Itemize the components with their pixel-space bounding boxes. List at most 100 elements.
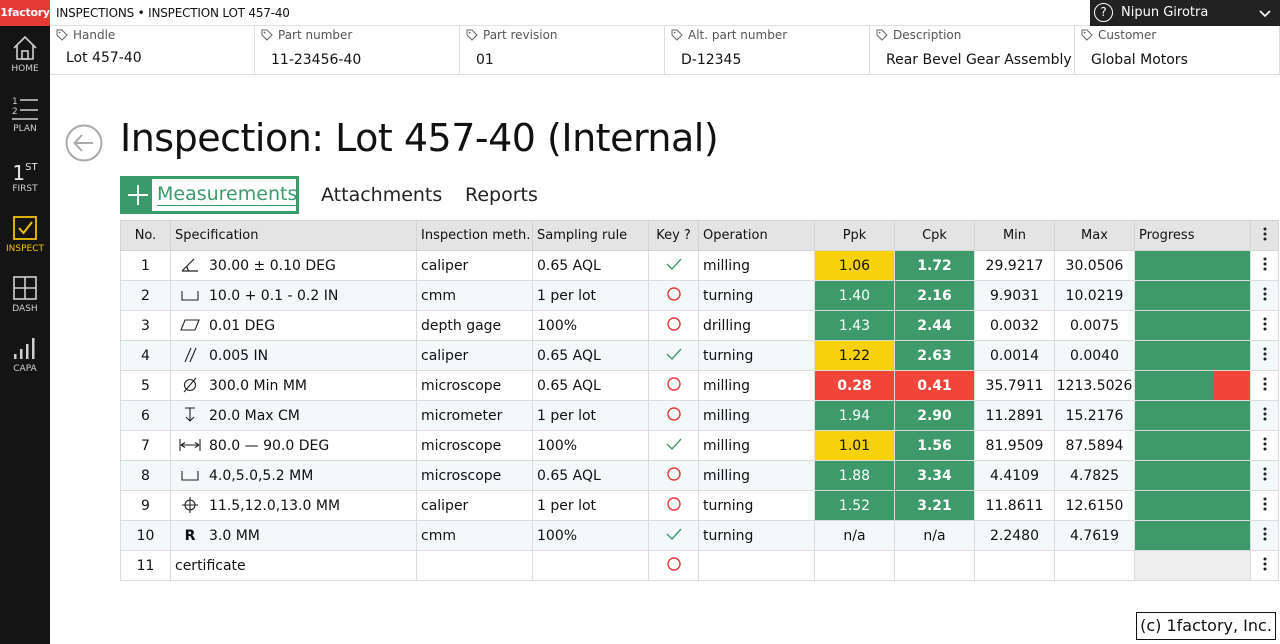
cell-sampling[interactable]: 0.65 AQL <box>532 460 649 491</box>
field-handle[interactable]: Handle Lot 457-40 <box>50 26 255 75</box>
cell-operation[interactable] <box>698 550 815 581</box>
breadcrumb[interactable]: INSPECTIONS • INSPECTION LOT 457-40 <box>56 0 290 26</box>
cell-specification[interactable]: 0.005 IN <box>170 340 417 371</box>
col-header-no[interactable]: No. <box>120 220 171 251</box>
row-menu-icon[interactable] <box>1263 287 1267 301</box>
row-menu-icon[interactable] <box>1263 527 1267 541</box>
col-header-specification[interactable]: Specification <box>170 220 417 251</box>
cell-sampling[interactable]: 100% <box>532 310 649 341</box>
sidebar-item-capa[interactable]: CAPA <box>0 334 50 390</box>
cell-sampling[interactable]: 100% <box>532 520 649 551</box>
table-row[interactable]: 9 11.5,12.0,13.0 MM caliper 1 per lot turnin… <box>120 490 1279 521</box>
row-menu-icon[interactable] <box>1263 467 1267 481</box>
cell-operation[interactable]: drilling <box>698 310 815 341</box>
col-header-operation[interactable]: Operation <box>698 220 815 251</box>
column-menu-icon[interactable] <box>1250 220 1279 251</box>
table-row[interactable]: 6 20.0 Max CM micrometer 1 per lot milling 1.… <box>120 400 1279 431</box>
field-value[interactable]: 11-23456-40 <box>271 52 361 68</box>
table-row[interactable]: 4 0.005 IN caliper 0.65 AQL turning 1.22 2.63 0… <box>120 340 1279 371</box>
cell-operation[interactable]: milling <box>698 250 815 281</box>
cell-specification[interactable]: 20.0 Max CM <box>170 400 417 431</box>
cell-operation[interactable]: turning <box>698 280 815 311</box>
chevron-down-icon[interactable] <box>1258 6 1272 20</box>
row-menu-icon[interactable] <box>1263 347 1267 361</box>
cell-method[interactable]: microscope <box>416 430 533 461</box>
cell-menu[interactable] <box>1250 250 1279 281</box>
cell-sampling[interactable]: 0.65 AQL <box>532 340 649 371</box>
sidebar-item-first[interactable]: 1ST FIRST <box>0 154 50 210</box>
row-menu-icon[interactable] <box>1263 317 1267 331</box>
table-row[interactable]: 2 10.0 + 0.1 - 0.2 IN cmm 1 per lot turning 1… <box>120 280 1279 311</box>
cell-menu[interactable] <box>1250 550 1279 581</box>
field-value[interactable]: Rear Bevel Gear Assembly <box>886 52 1072 68</box>
row-menu-icon[interactable] <box>1263 557 1267 571</box>
plus-icon[interactable] <box>128 183 148 207</box>
cell-key[interactable] <box>648 490 699 521</box>
cell-operation[interactable]: turning <box>698 490 815 521</box>
field-value[interactable]: 01 <box>476 52 494 68</box>
cell-key[interactable] <box>648 280 699 311</box>
cell-operation[interactable]: milling <box>698 400 815 431</box>
cell-key[interactable] <box>648 250 699 281</box>
row-menu-icon[interactable] <box>1263 497 1267 511</box>
sidebar-item-home[interactable]: HOME <box>0 34 50 90</box>
sidebar-item-dash[interactable]: DASH <box>0 274 50 330</box>
cell-operation[interactable]: milling <box>698 370 815 401</box>
tab-measurements[interactable]: Measurements <box>120 176 299 214</box>
cell-specification[interactable]: 0.01 DEG <box>170 310 417 341</box>
tab-attachments[interactable]: Attachments <box>321 176 442 214</box>
sidebar-item-inspect[interactable]: INSPECT <box>0 214 50 270</box>
cell-sampling[interactable]: 100% <box>532 430 649 461</box>
cell-operation[interactable]: milling <box>698 430 815 461</box>
cell-method[interactable] <box>416 550 533 581</box>
cell-menu[interactable] <box>1250 490 1279 521</box>
field-value[interactable]: D-12345 <box>681 52 741 68</box>
cell-method[interactable]: cmm <box>416 280 533 311</box>
cell-sampling[interactable]: 0.65 AQL <box>532 250 649 281</box>
cell-method[interactable]: microscope <box>416 460 533 491</box>
cell-key[interactable] <box>648 430 699 461</box>
field-description[interactable]: Description Rear Bevel Gear Assembly <box>870 26 1075 75</box>
field-part-number[interactable]: Part number 11-23456-40 <box>255 26 460 75</box>
cell-menu[interactable] <box>1250 310 1279 341</box>
field-value[interactable]: Global Motors <box>1091 52 1188 68</box>
back-arrow-icon[interactable] <box>64 123 104 163</box>
cell-specification[interactable]: certificate <box>170 550 417 581</box>
table-row[interactable]: 8 4.0,5.0,5.2 MM microscope 0.65 AQL milling… <box>120 460 1279 491</box>
row-menu-icon[interactable] <box>1263 257 1267 271</box>
cell-method[interactable]: caliper <box>416 490 533 521</box>
cell-key[interactable] <box>648 340 699 371</box>
table-row[interactable]: 11 certificate <box>120 550 1279 581</box>
cell-specification[interactable]: 10.0 + 0.1 - 0.2 IN <box>170 280 417 311</box>
cell-operation[interactable]: milling <box>698 460 815 491</box>
col-header-progress[interactable]: Progress <box>1134 220 1251 251</box>
cell-specification[interactable]: 300.0 Min MM <box>170 370 417 401</box>
table-row[interactable]: 5 300.0 Min MM microscope 0.65 AQL milling 0.… <box>120 370 1279 401</box>
col-header-method[interactable]: Inspection meth… <box>416 220 533 251</box>
cell-operation[interactable]: turning <box>698 520 815 551</box>
table-row[interactable]: 10 R 3.0 MM cmm 100% turning n/a n/a 2.2480 4.761… <box>120 520 1279 551</box>
app-logo[interactable]: 1factory <box>0 0 50 26</box>
cell-sampling[interactable]: 0.65 AQL <box>532 370 649 401</box>
col-header-ppk[interactable]: Ppk <box>814 220 895 251</box>
table-row[interactable]: 1 30.00 ± 0.10 DEG caliper 0.65 AQL milling 1… <box>120 250 1279 281</box>
cell-menu[interactable] <box>1250 340 1279 371</box>
col-header-key[interactable]: Key ? <box>648 220 699 251</box>
table-row[interactable]: 7 80.0 — 90.0 DEG microscope 100% milling 1.0… <box>120 430 1279 461</box>
cell-menu[interactable] <box>1250 460 1279 491</box>
cell-sampling[interactable]: 1 per lot <box>532 490 649 521</box>
field-part-revision[interactable]: Part revision 01 <box>460 26 665 75</box>
cell-method[interactable]: micrometer <box>416 400 533 431</box>
cell-key[interactable] <box>648 550 699 581</box>
user-menu[interactable]: ? Nipun Girotra <box>1090 0 1280 26</box>
help-icon[interactable]: ? <box>1094 3 1113 22</box>
cell-key[interactable] <box>648 520 699 551</box>
cell-menu[interactable] <box>1250 430 1279 461</box>
cell-key[interactable] <box>648 460 699 491</box>
cell-key[interactable] <box>648 310 699 341</box>
tab-reports[interactable]: Reports <box>465 176 538 214</box>
row-menu-icon[interactable] <box>1263 407 1267 421</box>
cell-method[interactable]: cmm <box>416 520 533 551</box>
cell-method[interactable]: microscope <box>416 370 533 401</box>
col-header-min[interactable]: Min <box>974 220 1055 251</box>
